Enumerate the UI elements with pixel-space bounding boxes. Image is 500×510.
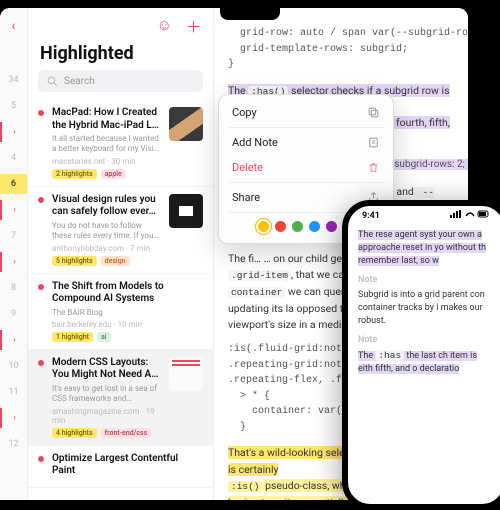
rail-number[interactable]: › [0,122,27,142]
color-swatch[interactable] [326,221,337,232]
rail-number[interactable]: › [0,408,27,428]
color-swatch[interactable] [309,221,320,232]
color-swatch[interactable] [292,221,303,232]
number-rail: ‹ 34 5 › 4 6 › 7 › 8 9 › 10 11 › 12 [0,8,28,500]
list-item[interactable]: MacPad: How I Created the Hybrid Mac-iPa… [28,100,213,187]
copy-icon [367,106,380,119]
unread-dot [38,197,44,203]
rail-number[interactable]: 12 [0,434,27,454]
rail-number[interactable]: 9 [0,304,27,324]
list-item[interactable]: Optimize Largest Contentful Paint [28,446,213,488]
thumbnail [169,194,203,228]
rail-number[interactable]: › [0,200,27,220]
unread-dot [38,456,44,462]
article-list: MacPad: How I Created the Hybrid Mac-iPa… [28,100,213,500]
item-title: The Shift from Models to Compound AI Sys… [52,281,203,306]
trash-icon [367,161,380,174]
add-icon[interactable]: ＋ [186,16,201,37]
back-icon[interactable]: ‹ [11,18,15,34]
color-swatch[interactable] [258,221,269,232]
rail-number[interactable]: 8 [0,278,27,298]
unread-dot [38,360,44,366]
smiley-icon[interactable]: ☺ [157,16,172,37]
rail-number[interactable]: 4 [0,148,27,168]
phone-mockup: 9:41 The rese agent syst your own a appr… [342,200,500,510]
rail-number[interactable]: › [0,330,27,350]
list-item[interactable]: Modern CSS Layouts: You Might Not Need A… [28,350,213,446]
thumbnail [169,107,203,141]
rail-number[interactable]: 7 [0,226,27,246]
note-icon [367,136,380,149]
color-swatch[interactable] [275,221,286,232]
unread-dot [38,110,44,116]
item-title: Modern CSS Layouts: You Might Not Need A… [52,357,161,382]
sidebar: ☺ ＋ Highlighted Search MacPad: How I Cre… [28,8,214,500]
rail-number[interactable]: 6 [0,174,27,194]
unread-dot [38,284,44,290]
rail-number[interactable]: 10 [0,356,27,376]
status-icons [450,210,490,221]
item-title: Optimize Largest Contentful Paint [52,453,203,478]
list-item[interactable]: The Shift from Models to Compound AI Sys… [28,274,213,350]
menu-add-note[interactable]: Add Note [224,130,388,155]
search-input[interactable]: Search [38,70,203,92]
rail-number[interactable]: 5 [0,96,27,116]
search-icon [46,75,59,88]
rail-number[interactable]: › [0,252,27,272]
rail-number[interactable]: 34 [0,70,27,90]
menu-delete[interactable]: Delete [224,155,388,180]
item-title: Visual design rules you can safely follo… [52,194,161,219]
menu-copy[interactable]: Copy [224,100,388,125]
item-title: MacPad: How I Created the Hybrid Mac-iPa… [52,107,161,132]
thumbnail [169,357,203,391]
rail-number[interactable]: 11 [0,382,27,402]
page-title: Highlighted [28,41,213,70]
list-item[interactable]: Visual design rules you can safely follo… [28,187,213,274]
phone-time: 9:41 [362,211,380,221]
